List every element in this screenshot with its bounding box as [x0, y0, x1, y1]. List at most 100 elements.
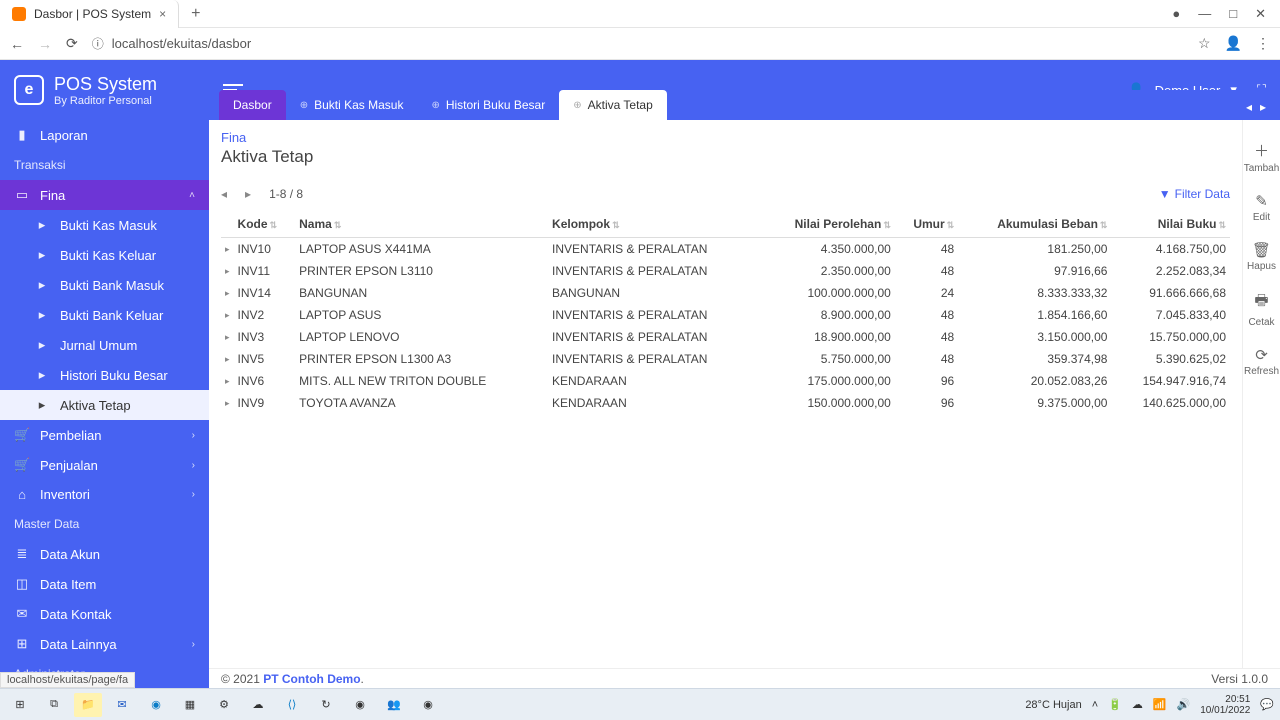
table-row[interactable]: ▸ INV5 PRINTER EPSON L1300 A3 INVENTARIS… — [221, 348, 1230, 370]
page-next-icon[interactable]: ▸ — [245, 187, 251, 201]
vscode-icon[interactable]: ⟨⟩ — [278, 693, 306, 717]
sidebar-item-bukti-bank-masuk[interactable]: ▸Bukti Bank Masuk — [0, 270, 209, 300]
expand-icon[interactable]: ▸ — [221, 392, 234, 414]
cell-akumulasi: 1.854.166,60 — [958, 304, 1111, 326]
chrome-icon[interactable]: ◉ — [346, 693, 374, 717]
record-icon[interactable]: ● — [1172, 6, 1180, 22]
expand-icon[interactable]: ▸ — [221, 326, 234, 348]
taskbar: ⊞ ⧉ 📁 ✉ ◉ ▦ ⚙ ☁ ⟨⟩ ↻ ◉ 👥 ◉ 28°C Hujan ˄ … — [0, 688, 1280, 720]
battery-icon[interactable]: 🔋 — [1108, 698, 1122, 711]
table-row[interactable]: ▸ INV11 PRINTER EPSON L3110 INVENTARIS &… — [221, 260, 1230, 282]
sidebar-item-laporan[interactable]: ▮Laporan — [0, 120, 209, 150]
tab-histori-buku-besar[interactable]: ⊕Histori Buku Besar — [417, 90, 559, 120]
wifi-icon[interactable]: 📶 — [1153, 698, 1167, 711]
page-prev-icon[interactable]: ◂ — [221, 187, 227, 201]
new-tab-button[interactable]: + — [179, 5, 212, 23]
sidebar-item-fina[interactable]: ▭Fina˄ — [0, 180, 209, 210]
sidebar-item-data-item[interactable]: ◫Data Item — [0, 569, 209, 599]
filter-button[interactable]: ▼Filter Data — [1159, 187, 1230, 201]
sidebar-item-aktiva-tetap[interactable]: ▸Aktiva Tetap — [0, 390, 209, 420]
browser-tab[interactable]: Dasbor | POS System × — [0, 0, 179, 28]
sidebar-item-bukti-bank-keluar[interactable]: ▸Bukti Bank Keluar — [0, 300, 209, 330]
sidebar-item-data-lainnya[interactable]: ⊞Data Lainnya› — [0, 629, 209, 659]
sidebar-item-data-kontak[interactable]: ✉Data Kontak — [0, 599, 209, 629]
col-umur[interactable]: Umur⇅ — [895, 211, 958, 238]
forward-button[interactable]: → — [38, 36, 52, 52]
col-nilai[interactable]: Nilai Perolehan⇅ — [760, 211, 895, 238]
close-window-icon[interactable]: ✕ — [1255, 6, 1266, 22]
brand[interactable]: e POS System By Raditor Personal — [0, 74, 209, 107]
expand-icon[interactable]: ▸ — [221, 348, 234, 370]
teams-icon[interactable]: 👥 — [380, 693, 408, 717]
cell-kelompok: KENDARAAN — [548, 370, 760, 392]
tambah-button[interactable]: ＋Tambah — [1244, 140, 1280, 174]
close-icon[interactable]: × — [159, 7, 166, 21]
table-row[interactable]: ▸ INV14 BANGUNAN BANGUNAN 100.000.000,00… — [221, 282, 1230, 304]
cell-akumulasi: 9.375.000,00 — [958, 392, 1111, 414]
col-kode[interactable]: Kode⇅ — [234, 211, 296, 238]
sidebar-item-inventori[interactable]: ⌂Inventori› — [0, 480, 209, 509]
app-icon[interactable]: ⚙ — [210, 693, 238, 717]
tray-chevron-icon[interactable]: ˄ — [1092, 699, 1098, 711]
star-icon[interactable]: ☆ — [1198, 35, 1211, 52]
expand-icon[interactable]: ▸ — [221, 304, 234, 326]
hapus-button[interactable]: 🗑Hapus — [1247, 241, 1276, 272]
expand-icon[interactable]: ▸ — [221, 282, 234, 304]
edge-icon[interactable]: ◉ — [142, 693, 170, 717]
tab-aktiva-tetap[interactable]: ⊕Aktiva Tetap — [559, 90, 667, 120]
expand-icon[interactable]: ▸ — [221, 370, 234, 392]
maximize-icon[interactable]: □ — [1229, 6, 1237, 22]
edit-button[interactable]: ✎Edit — [1253, 192, 1270, 223]
sidebar-item-pembelian[interactable]: 🛒Pembelian› — [0, 420, 209, 450]
expand-icon[interactable]: ▸ — [221, 238, 234, 261]
cloud-icon[interactable]: ☁ — [1132, 698, 1143, 711]
chrome-icon[interactable]: ◉ — [414, 693, 442, 717]
expand-icon[interactable]: ▸ — [221, 260, 234, 282]
table-row[interactable]: ▸ INV9 TOYOTA AVANZA KENDARAAN 150.000.0… — [221, 392, 1230, 414]
pencil-icon: ✎ — [1255, 192, 1268, 210]
chevron-right-icon: › — [192, 430, 195, 441]
table-row[interactable]: ▸ INV2 LAPTOP ASUS INVENTARIS & PERALATA… — [221, 304, 1230, 326]
system-tray[interactable]: 28°C Hujan ˄ 🔋 ☁ 📶 🔊 20:51 10/01/2022 💬 — [1025, 694, 1274, 716]
explorer-icon[interactable]: 📁 — [74, 693, 102, 717]
outlook-icon[interactable]: ✉ — [108, 693, 136, 717]
sidebar-item-histori-buku-besar[interactable]: ▸Histori Buku Besar — [0, 360, 209, 390]
table-row[interactable]: ▸ INV6 MITS. ALL NEW TRITON DOUBLE KENDA… — [221, 370, 1230, 392]
app-icon[interactable]: ↻ — [312, 693, 340, 717]
col-nama[interactable]: Nama⇅ — [295, 211, 548, 238]
reload-button[interactable]: ⟳ — [66, 35, 78, 52]
profile-icon[interactable]: 👤 — [1225, 35, 1242, 52]
status-url: localhost/ekuitas/page/fa — [0, 672, 135, 688]
table-row[interactable]: ▸ INV10 LAPTOP ASUS X441MA INVENTARIS & … — [221, 238, 1230, 261]
notification-icon[interactable]: 💬 — [1260, 698, 1274, 711]
tab-bukti-kas-masuk[interactable]: ⊕Bukti Kas Masuk — [286, 90, 418, 120]
cell-buku: 140.625.000,00 — [1111, 392, 1230, 414]
table-row[interactable]: ▸ INV3 LAPTOP LENOVO INVENTARIS & PERALA… — [221, 326, 1230, 348]
task-view-icon[interactable]: ⧉ — [40, 693, 68, 717]
volume-icon[interactable]: 🔊 — [1177, 698, 1191, 711]
back-button[interactable]: ← — [10, 36, 24, 52]
sidebar-item-bukti-kas-masuk[interactable]: ▸Bukti Kas Masuk — [0, 210, 209, 240]
menu-icon[interactable]: ⋮ — [1256, 35, 1270, 52]
tab-prev-icon[interactable]: ◂ — [1246, 100, 1252, 114]
start-button[interactable]: ⊞ — [6, 693, 34, 717]
sidebar-item-jurnal-umum[interactable]: ▸Jurnal Umum — [0, 330, 209, 360]
app-icon[interactable]: ☁ — [244, 693, 272, 717]
app-icon[interactable]: ▦ — [176, 693, 204, 717]
refresh-button[interactable]: ⟳Refresh — [1244, 346, 1279, 377]
tab-next-icon[interactable]: ▸ — [1260, 100, 1266, 114]
col-kelompok[interactable]: Kelompok⇅ — [548, 211, 760, 238]
col-akumulasi[interactable]: Akumulasi Beban⇅ — [958, 211, 1111, 238]
clock[interactable]: 20:51 10/01/2022 — [1200, 694, 1250, 716]
sidebar-item-bukti-kas-keluar[interactable]: ▸Bukti Kas Keluar — [0, 240, 209, 270]
cetak-button[interactable]: 🖶Cetak — [1248, 290, 1274, 328]
tab-dasbor[interactable]: Dasbor — [219, 90, 286, 120]
col-buku[interactable]: Nilai Buku⇅ — [1111, 211, 1230, 238]
sidebar-item-penjualan[interactable]: 🛒Penjualan› — [0, 450, 209, 480]
breadcrumb[interactable]: Fina — [221, 130, 1230, 145]
card-icon: ▭ — [14, 187, 30, 203]
minimize-icon[interactable]: — — [1198, 6, 1211, 22]
weather-widget[interactable]: 28°C Hujan — [1025, 699, 1081, 711]
sidebar-item-data-akun[interactable]: ≣Data Akun — [0, 539, 209, 569]
url-box[interactable]: ⓘ localhost/ekuitas/dasbor — [92, 35, 1184, 52]
